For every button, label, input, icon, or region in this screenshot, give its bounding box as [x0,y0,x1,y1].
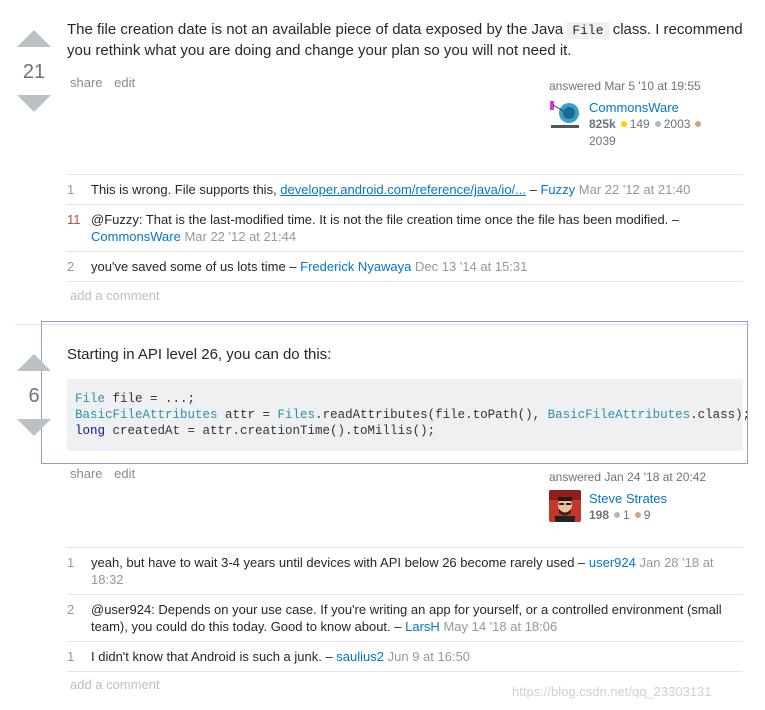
comment-user-link[interactable]: CommonsWare [91,229,181,244]
answer2-votecell: 6 [15,354,53,436]
answer-time: answered Mar 5 '10 at 19:55 [549,79,701,93]
code-keyword: long [75,424,106,438]
comment-date: May 14 '18 at 18:06 [443,619,558,634]
comment-text: I didn't know that Android is such a jun… [91,649,337,664]
answer2-comments: 1 yeah, but have to wait 3-4 years until… [67,547,743,672]
answer2-post-menu: share edit [70,466,143,481]
watermark: https://blog.csdn.net/qq_23303131 [512,684,712,699]
comment-user-link[interactable]: saulius2 [336,649,384,664]
answer2-text: Starting in API level 26, you can do thi… [67,346,332,363]
user-name-link[interactable]: Steve Strates [589,490,667,507]
comment-date: Mar 22 '12 at 21:44 [184,229,297,244]
bronze-badge-count: 2039 [589,134,616,148]
code-text: createdAt = attr.creationTime().toMillis… [105,424,436,438]
comment: 2 you've saved some of us lots time – Fr… [67,252,743,282]
comment-score: 1 [67,555,75,570]
comment-link[interactable]: developer.android.com/reference/java/io/… [280,182,526,197]
comment-score: 2 [67,259,75,274]
bronze-badge-icon [634,512,641,518]
answer1-comments: 1 This is wrong. File supports this, dev… [67,174,743,282]
edit-link[interactable]: edit [114,75,135,90]
comment-score: 2 [67,602,75,617]
comment: 2 @user924: Depends on your use case. If… [67,595,743,642]
comment: 1 yeah, but have to wait 3-4 years until… [67,548,743,595]
code-type: File [75,392,106,406]
comment-score: 1 [67,649,75,664]
comment-date: Dec 13 '14 at 15:31 [415,259,528,274]
upvote-arrow-icon[interactable] [17,354,51,371]
comment-sep: – [526,182,541,197]
comment-score: 1 [67,182,75,197]
code-block: File file = ...; BasicFileAttributes att… [67,379,750,451]
comment-score: 11 [67,212,81,227]
vote-count: 21 [22,61,46,83]
silver-badge-icon [654,121,661,127]
bronze-badge-icon [695,121,702,127]
silver-badge-count: 2003 [663,117,691,131]
inline-code: File [567,22,609,39]
answer-time: answered Jan 24 '18 at 20:42 [549,470,707,484]
add-comment-link[interactable]: add a comment [70,288,160,303]
user-avatar-icon[interactable] [549,490,581,522]
comment-user-link[interactable]: user924 [589,555,636,570]
commonsware-avatar-icon[interactable] [549,99,581,131]
comment-text: This is wrong. File supports this, [91,182,281,197]
reputation: 825k [589,117,616,131]
code-text: .class); [690,408,751,422]
comment: 11 @Fuzzy: That is the last-modified tim… [67,205,743,252]
comment-user-link[interactable]: Fuzzy [540,182,575,197]
share-link[interactable]: share [70,75,103,90]
reputation: 198 [589,508,610,522]
answer1-body: The file creation date is not an availab… [67,20,747,61]
downvote-arrow-icon[interactable] [17,419,51,436]
code-text: attr = [217,408,278,422]
upvote-arrow-icon[interactable] [17,30,51,47]
code-type: Files [277,408,316,422]
silver-badge-icon [614,512,621,518]
answer2-signature: answered Jan 24 '18 at 20:42 Steve Strat… [549,470,719,524]
comment: 1 This is wrong. File supports this, dev… [67,175,743,205]
vote-count: 6 [28,385,40,407]
code-type: BasicFileAttributes [75,408,218,422]
user-name-link[interactable]: CommonsWare [589,99,704,116]
downvote-arrow-icon[interactable] [17,95,51,112]
answer1-post-menu: share edit [70,75,143,90]
comment-date: Jun 9 at 16:50 [387,649,471,664]
bronze-badge-count: 9 [643,508,651,522]
comment-text: @Fuzzy: That is the last-modified time. … [91,212,680,227]
comment-text: you've saved some of us lots time – [91,259,301,274]
share-link[interactable]: share [70,466,103,481]
gold-badge-icon [620,121,627,127]
code-text: .readAttributes(file.toPath(), [315,408,548,422]
edit-link[interactable]: edit [114,466,135,481]
add-comment-link[interactable]: add a comment [70,677,160,692]
code-type: BasicFileAttributes [547,408,691,422]
answer1-votecell: 21 [15,30,53,112]
answer1-text: The file creation date is not an availab… [67,21,568,38]
silver-badge-count: 1 [623,508,630,522]
comment-text: yeah, but have to wait 3-4 years until d… [91,555,589,570]
code-text: file = ...; [105,392,196,406]
comment-user-link[interactable]: LarsH [405,619,440,634]
gold-badge-count: 149 [629,117,650,131]
comment: 1 I didn't know that Android is such a j… [67,642,743,672]
comment-date: Mar 22 '12 at 21:40 [578,182,691,197]
comment-user-link[interactable]: Frederick Nyawaya [300,259,411,274]
answer1-signature: answered Mar 5 '10 at 19:55 CommonsWare … [549,79,719,150]
